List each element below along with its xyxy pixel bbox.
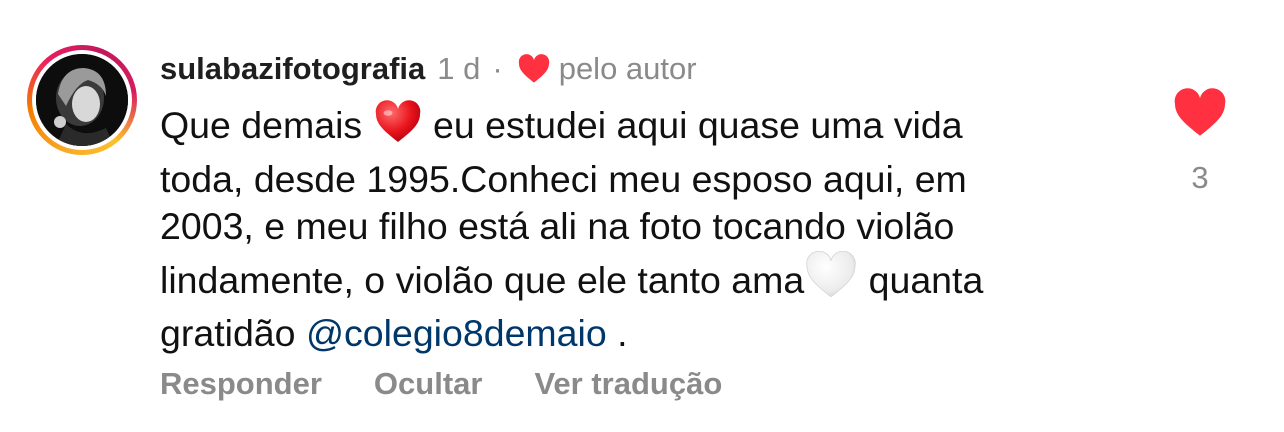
heart-icon [1174, 88, 1226, 136]
comment-actions: Responder Ocultar Ver tradução [160, 366, 774, 402]
like-count: 3 [1191, 160, 1209, 195]
comment-line-2: toda, desde 1995.Conheci meu esposo aqui… [160, 157, 967, 200]
liked-by-author-label: pelo autor [558, 51, 697, 86]
comment-line-3: 2003, e meu filho está ali na foto tocan… [160, 205, 955, 247]
username[interactable]: sulabazifotografia [160, 51, 425, 87]
comment-text-segment: . [617, 312, 628, 354]
reply-button[interactable]: Responder [160, 366, 322, 402]
separator-dot: · [492, 51, 503, 86]
like-column: 3 [1172, 88, 1228, 196]
comment-text-segment: lindamente, o violão que ele tanto ama [160, 258, 805, 301]
timestamp: 1 d [437, 51, 481, 86]
comment-header: sulabazifotografia 1 d · pelo autor [160, 48, 697, 90]
comment-line-1: Que demais eu estudei aqui quase uma vid… [160, 100, 1140, 156]
comment-text: Que demais eu estudei aqui quase uma vid… [160, 100, 1140, 358]
like-button[interactable] [1172, 88, 1228, 138]
comment-text-segment: eu estudei aqui quase uma vida [433, 104, 963, 146]
hide-button[interactable]: Ocultar [374, 366, 483, 402]
mention-link[interactable]: @colegio8demaio [306, 312, 607, 354]
comment-text-segment: Que demais [160, 104, 363, 146]
red-heart-emoji [373, 100, 423, 156]
comment-line-5: gratidão @colegio8demaio . [160, 310, 1140, 358]
comment-text-segment: gratidão [160, 312, 296, 354]
avatar-ring[interactable] [27, 45, 137, 155]
white-heart-emoji [804, 250, 858, 311]
translate-button[interactable]: Ver tradução [534, 366, 722, 402]
comment-line-4: lindamente, o violão que ele tanto ama q… [160, 250, 1140, 311]
avatar[interactable] [36, 54, 128, 146]
comment: sulabazifotografia 1 d · pelo autor Que … [0, 0, 1284, 432]
comment-text-segment: quanta [868, 258, 984, 301]
heart-icon [517, 54, 551, 84]
avatar-image [36, 54, 128, 146]
